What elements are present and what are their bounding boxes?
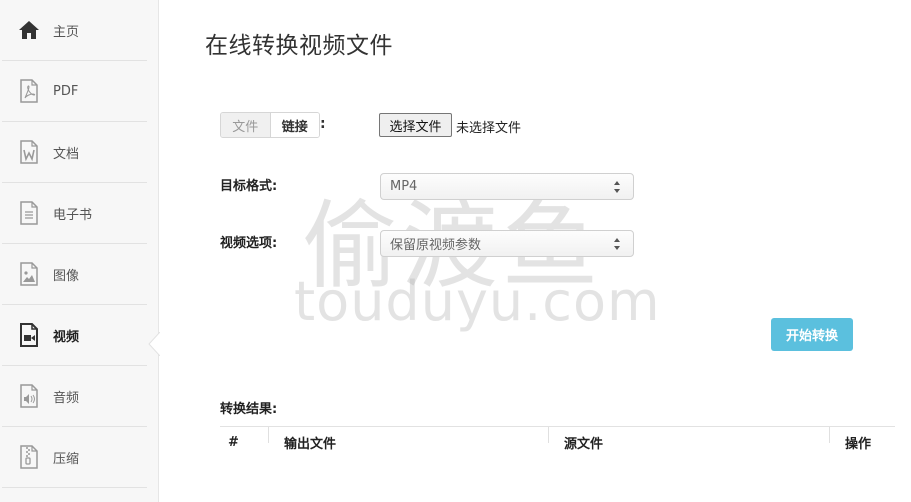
sidebar-item-pdf[interactable]: PDF (2, 61, 147, 122)
sidebar-item-archive[interactable]: 压缩 (2, 427, 147, 488)
sidebar-item-home[interactable]: 主页 (2, 0, 147, 61)
source-file-tab[interactable]: 文件 (221, 113, 271, 137)
column-actions: 操作 (845, 436, 872, 452)
source-toggle: 文件 链接 (220, 112, 320, 138)
column-output-file: 输出文件 (284, 436, 337, 452)
column-index: # (228, 434, 239, 450)
video-options-label: 视频选项: (220, 236, 278, 251)
sidebar-item-label: 主页 (53, 24, 80, 40)
sidebar-item-label: 文档 (53, 146, 80, 162)
start-convert-button[interactable]: 开始转换 (771, 318, 853, 351)
column-separator (548, 427, 549, 443)
choose-file-button[interactable]: 选择文件 (379, 113, 452, 137)
target-format-label: 目标格式: (220, 179, 278, 194)
word-file-icon (18, 140, 40, 164)
video-options-value: 保留原视频参数 (390, 238, 482, 253)
source-link-tab[interactable]: 链接 (270, 113, 319, 137)
active-indicator (148, 332, 160, 356)
column-separator (268, 427, 269, 443)
sidebar-item-label: 音频 (53, 390, 80, 406)
column-separator (829, 427, 830, 443)
video-file-icon (18, 323, 40, 347)
sidebar-item-label: 电子书 (53, 207, 93, 223)
file-status-text: 未选择文件 (456, 121, 522, 136)
sidebar-item-label: 图像 (53, 268, 80, 284)
sidebar-item-document[interactable]: 文档 (2, 122, 147, 183)
source-colon: : (320, 116, 326, 132)
sidebar: 主页 PDF 文档 电子书 图像 视频 音频 压缩 (0, 0, 159, 502)
select-arrows-icon (614, 181, 620, 193)
home-icon (18, 18, 40, 42)
sidebar-item-label: 压缩 (53, 451, 80, 467)
ebook-file-icon (18, 201, 40, 225)
sidebar-item-audio[interactable]: 音频 (2, 366, 147, 427)
target-format-select[interactable]: MP4 (380, 173, 634, 200)
audio-file-icon (18, 384, 40, 408)
pdf-file-icon (18, 79, 40, 103)
target-format-value: MP4 (390, 179, 418, 194)
sidebar-item-video[interactable]: 视频 (2, 305, 147, 366)
select-arrows-icon (614, 238, 620, 250)
results-label: 转换结果: (220, 402, 278, 417)
sidebar-item-image[interactable]: 图像 (2, 244, 147, 305)
sidebar-item-label: PDF (53, 83, 79, 99)
archive-file-icon (18, 445, 40, 469)
video-options-select[interactable]: 保留原视频参数 (380, 230, 634, 257)
column-source-file: 源文件 (564, 436, 604, 452)
image-file-icon (18, 262, 40, 286)
sidebar-item-ebook[interactable]: 电子书 (2, 183, 147, 244)
watermark-en: touduyu.com (294, 270, 661, 333)
sidebar-item-label: 视频 (53, 329, 80, 345)
results-table-header: # 输出文件 源文件 操作 (220, 426, 895, 456)
page-title: 在线转换视频文件 (205, 33, 393, 59)
